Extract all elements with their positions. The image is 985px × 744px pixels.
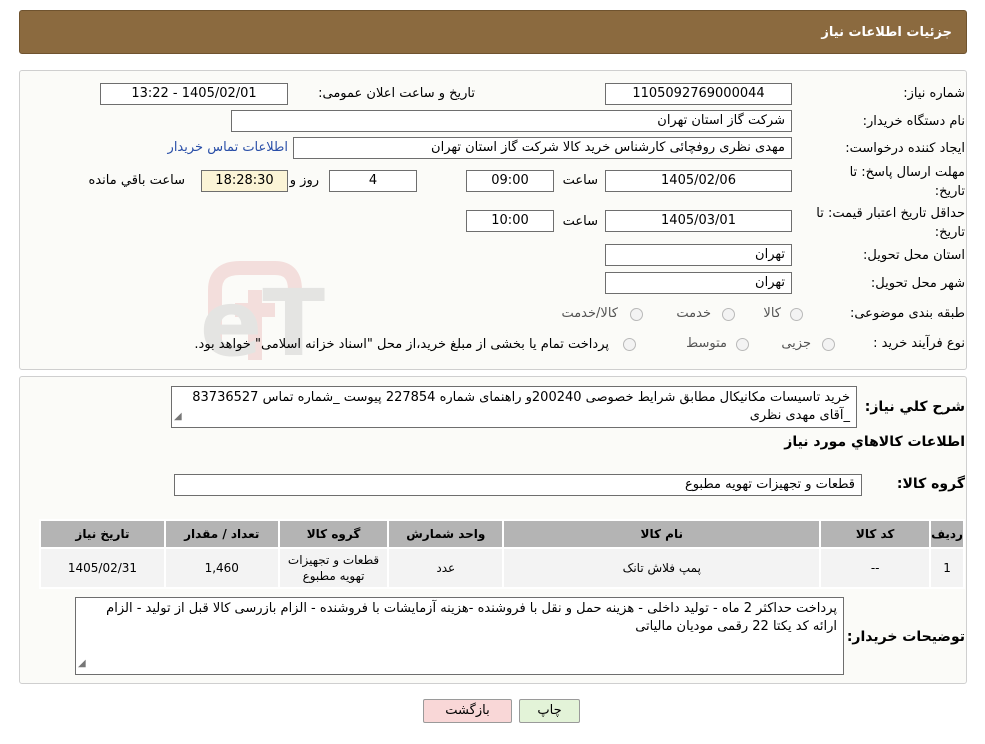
cell-date: 1405/02/31 [39,547,166,589]
buyer-org-label: نام دستگاه خریدار: [862,114,965,129]
buyer-notes-textarea: پرداخت حداکثر 2 ماه - تولید داخلی - هزین… [75,597,844,675]
buyer-contact-link[interactable]: اطلاعات تماس خریدار [168,140,288,155]
price-validity-label: حداقل تاریخ اعتبار قیمت: تا [816,206,965,221]
cell-code: -- [819,547,932,589]
category-radio-service[interactable] [722,308,735,321]
category-option-goods-service: کالا/خدمت [561,306,618,321]
goods-table-header: رديف کد کالا نام کالا واحد شمارش گروه کا… [39,519,965,549]
purchase-option-medium: متوسط [686,336,727,351]
purchase-radio-treasury[interactable] [623,338,636,351]
delivery-province-label: استان محل تحویل: [863,248,965,263]
summary-textarea: خرید تاسیسات مکانیکال مطابق شرایط خصوصی … [171,386,857,428]
table-row: 1 -- پمپ فلاش تانک عدد قطعات و تجهیزات ت… [39,547,965,589]
goods-group-field: قطعات و تجهیزات تهویه مطبوع [174,474,862,496]
reply-deadline-label: مهلت ارسال پاسخ: تا [849,165,965,180]
back-button[interactable]: بازگشت [423,699,512,723]
need-number-label: شماره نیاز: [903,86,965,101]
goods-table: رديف کد کالا نام کالا واحد شمارش گروه کا… [39,519,965,589]
cell-row-number: 1 [929,547,965,589]
print-button[interactable]: چاپ [519,699,580,723]
col-header-group: گروه کالا [277,519,390,549]
summary-label: شرح کلي نياز: [864,399,965,415]
requester-label: ایجاد کننده درخواست: [845,141,965,156]
need-number-field: 1105092769000044 [605,83,792,105]
announce-datetime-label: تاریخ و ساعت اعلان عمومی: [318,86,475,101]
buyer-notes-label: توضیحات خریدار: [846,629,965,645]
cell-unit: عدد [387,547,505,589]
announce-datetime-field: 1405/02/01 - 13:22 [100,83,288,105]
col-header-code: کد کالا [819,519,932,549]
resize-grip-icon: ◢ [78,658,86,669]
category-option-goods: کالا [763,306,781,321]
price-validity-date: 1405/03/01 [605,210,792,232]
col-header-date: تاریخ نیاز [39,519,166,549]
buyer-notes-text: پرداخت حداکثر 2 ماه - تولید داخلی - هزین… [106,601,837,634]
page-header: جزئیات اطلاعات نیاز [19,10,967,54]
category-radio-goods-service[interactable] [630,308,643,321]
remaining-time: 18:28:30 [201,170,288,192]
delivery-province-field: تهران [605,244,792,266]
reply-deadline-label-2: تاریخ: [934,184,965,199]
delivery-city-field: تهران [605,272,792,294]
purchase-radio-minor[interactable] [822,338,835,351]
purchase-option-minor: جزیی [781,336,811,351]
summary-text: خرید تاسیسات مکانیکال مطابق شرایط خصوصی … [192,390,850,423]
purchase-radio-medium[interactable] [736,338,749,351]
cell-group: قطعات و تجهیزات تهویه مطبوع [277,547,390,589]
reply-deadline-date: 1405/02/06 [605,170,792,192]
cell-name: پمپ فلاش تانک [502,547,822,589]
delivery-city-label: شهر محل تحویل: [870,276,965,291]
requester-field: مهدی نظری روفچائی کارشناس خرید کالا شرکت… [293,137,792,159]
page-title: جزئیات اطلاعات نیاز [821,25,952,40]
reply-time-label: ساعت [562,173,598,188]
price-validity-time: 10:00 [466,210,554,232]
goods-group-label: گروه کالا: [896,476,965,492]
category-option-service: خدمت [676,306,711,321]
buyer-org-field: شرکت گاز استان تهران [231,110,792,132]
days-label: روز و [289,173,319,188]
resize-grip-icon: ◢ [174,411,182,422]
remaining-label: ساعت باقي مانده [88,173,185,188]
purchase-type-label: نوع فرآیند خرید : [873,336,965,351]
col-header-unit: واحد شمارش [387,519,505,549]
price-validity-label-2: تاریخ: [934,225,965,240]
remaining-days: 4 [329,170,417,192]
price-time-label: ساعت [562,214,598,229]
col-header-qty: تعداد / مقدار [163,519,280,549]
reply-deadline-time: 09:00 [466,170,554,192]
category-label: طبقه بندی موضوعی: [849,306,965,321]
col-header-row: رديف [929,519,965,549]
purchase-treasury-note: پرداخت تمام یا بخشی از مبلغ خرید،از محل … [194,337,609,352]
category-radio-goods[interactable] [790,308,803,321]
cell-qty: 1,460 [163,547,280,589]
col-header-name: نام کالا [502,519,822,549]
goods-info-title: اطلاعات کالاهاي مورد نياز [784,434,965,450]
